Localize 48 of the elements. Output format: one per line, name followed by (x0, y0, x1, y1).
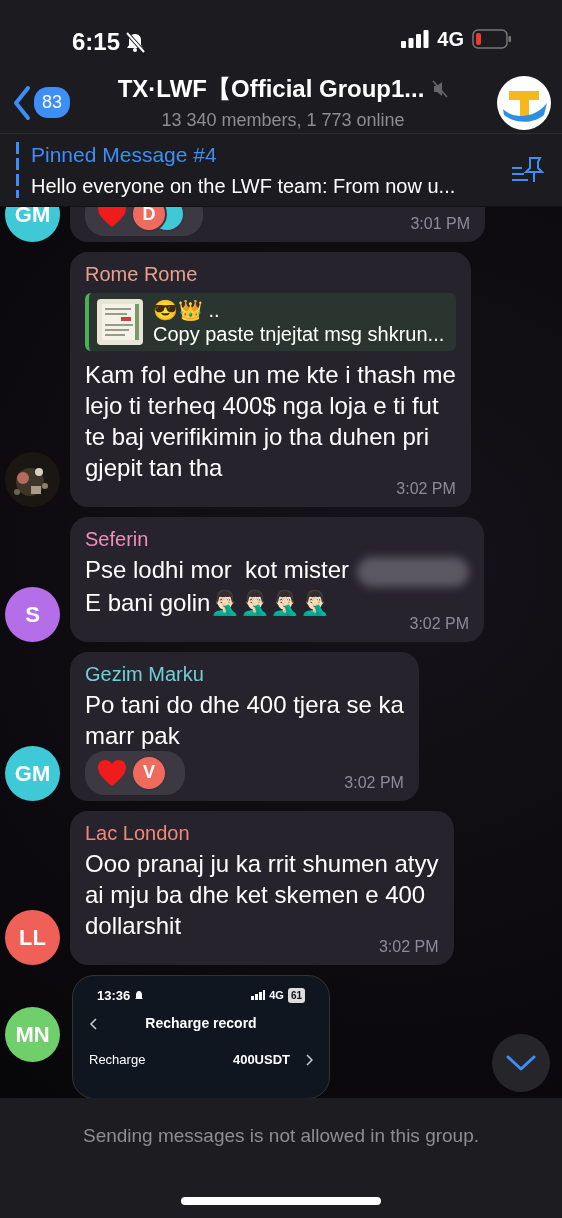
sender-name[interactable]: Lac London (85, 817, 439, 848)
record-label: Recharge (89, 1051, 147, 1070)
chat-title: TX·LWF【Official Group1... (117, 74, 425, 104)
signal-icon (251, 990, 266, 1001)
chevron-right-icon (306, 1053, 313, 1066)
network-label: 4G (437, 27, 464, 52)
reactor-avatar: D (131, 207, 167, 232)
user-avatar[interactable]: LL (5, 909, 60, 965)
member-count: 13 340 members, 1 773 online (161, 109, 405, 132)
reaction-pill[interactable]: V (85, 750, 185, 795)
pinned-title[interactable]: Pinned Message #4 (31, 139, 510, 171)
group-avatar[interactable] (496, 74, 552, 131)
reply-text: Copy paste tnjejtat msg shkrun... (153, 322, 445, 346)
message-text: Po tani do dhe 400 tjera se ka marr pak (85, 689, 404, 751)
screen-title: Recharge record (144, 1014, 258, 1034)
chevron-down-icon (506, 1054, 536, 1072)
restriction-notice: Sending messages is not allowed in this group. (82, 1124, 480, 1148)
reactor-avatar: V (131, 754, 167, 791)
message-time: 3:02 PM (396, 479, 456, 499)
message-time: 3:01 PM (410, 214, 470, 234)
message-text: Kam fol edhe un me kte i thash me lejo ti terheq 400$ nga loja e ti fut te baj verifikimin jo tha duhen pri gjepit tan tha (85, 360, 456, 482)
unread-count-badge: 83 (34, 87, 71, 118)
sender-name[interactable]: Gezim Marku (85, 658, 404, 689)
network-label: 4G (269, 988, 284, 1004)
reply-emoji: 😎👑 .. (153, 298, 221, 322)
heart-icon (97, 207, 127, 228)
signal-icon (401, 30, 430, 48)
sender-name[interactable]: Rome Rome (85, 259, 456, 289)
clock-time: 6:15 (72, 27, 121, 57)
message-text: E bani golin🤦🏻‍♂🤦🏻‍♂🤦🏻‍♂🤦🏻‍♂ (85, 588, 331, 616)
record-amount: 400USDT (232, 1051, 290, 1070)
reply-preview[interactable]: 😎👑 .. Copy paste tnjejtat msg shkrun... (85, 293, 456, 351)
back-button[interactable]: 83 (12, 84, 71, 121)
pinned-list-icon[interactable] (510, 156, 544, 184)
message-time: 3:02 PM (409, 613, 470, 634)
message-text: Pse lodhi mor kot mister (85, 556, 350, 583)
sender-name[interactable]: Seferin (85, 524, 470, 554)
screenshot-image[interactable]: 13:36 4G 61 Recharge record Recharge 400USDT (72, 974, 330, 1098)
clock-time: 13:36 (97, 986, 131, 1005)
battery-level: 61 (287, 987, 305, 1003)
bell-icon (134, 989, 145, 1001)
reaction-pill[interactable]: D (85, 207, 203, 236)
user-avatar[interactable]: S (5, 586, 60, 642)
heart-icon (97, 758, 127, 787)
pinned-message-text[interactable]: Hello everyone on the LWF team: From now u... (31, 170, 510, 201)
back-chevron-icon (12, 84, 32, 121)
back-chevron-icon (89, 1017, 97, 1030)
message-time: 3:02 PM (344, 772, 404, 793)
